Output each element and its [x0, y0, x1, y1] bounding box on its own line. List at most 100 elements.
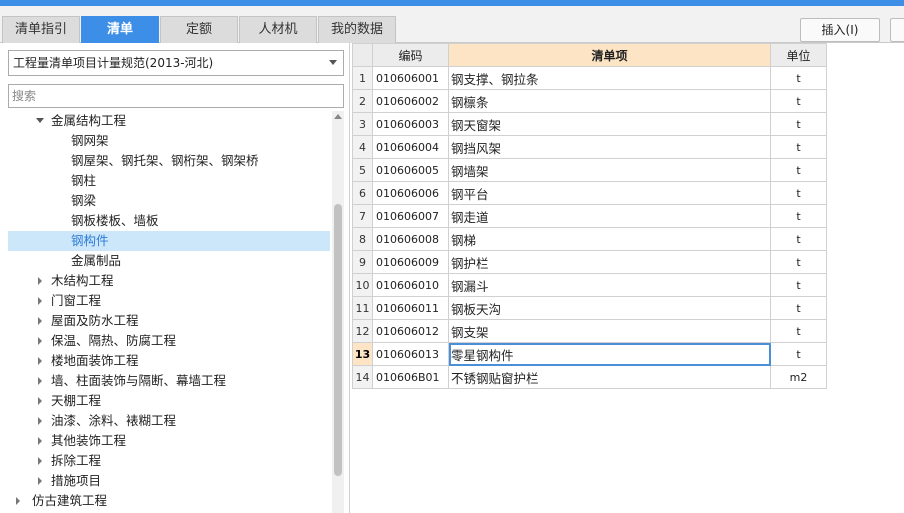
unit-cell[interactable]: t	[770, 158, 827, 182]
row-number-cell[interactable]: 14	[352, 365, 373, 389]
table-row[interactable]: 10 010606010 钢漏斗 t	[352, 273, 827, 297]
code-cell[interactable]: 010606001	[372, 66, 449, 90]
tab-labor-material-machine[interactable]: 人材机	[239, 16, 317, 43]
tab-my-data[interactable]: 我的数据	[318, 16, 396, 43]
table-row[interactable]: 6 010606006 钢平台 t	[352, 181, 827, 205]
row-number-cell[interactable]: 7	[352, 204, 373, 228]
item-name-cell[interactable]: 钢走道	[448, 204, 771, 228]
table-row[interactable]: 11 010606011 钢板天沟 t	[352, 296, 827, 320]
code-cell[interactable]: 010606010	[372, 273, 449, 297]
tree-node[interactable]: 金属制品	[8, 251, 330, 271]
row-number-cell[interactable]: 1	[352, 66, 373, 90]
item-name-cell[interactable]: 钢板天沟	[448, 296, 771, 320]
item-name-cell[interactable]: 不锈钢贴窗护栏	[448, 365, 771, 389]
collapsed-triangle-icon[interactable]	[36, 431, 46, 451]
unit-cell[interactable]: t	[770, 89, 827, 113]
unit-cell[interactable]: t	[770, 250, 827, 274]
code-cell[interactable]: 010606002	[372, 89, 449, 113]
tree-node[interactable]: 天棚工程	[8, 391, 330, 411]
code-cell[interactable]: 010606007	[372, 204, 449, 228]
tree-node[interactable]: 油漆、涂料、裱糊工程	[8, 411, 330, 431]
tree-node[interactable]: 钢构件	[8, 231, 330, 251]
code-cell[interactable]: 010606013	[372, 342, 449, 366]
tree-node[interactable]: 保温、隔热、防腐工程	[8, 331, 330, 351]
unit-cell[interactable]: t	[770, 227, 827, 251]
collapsed-triangle-icon[interactable]	[36, 471, 46, 491]
tree-node[interactable]: 门窗工程	[8, 291, 330, 311]
row-number-cell[interactable]: 3	[352, 112, 373, 136]
table-row[interactable]: 9 010606009 钢护栏 t	[352, 250, 827, 274]
item-name-cell[interactable]: 钢平台	[448, 181, 771, 205]
collapsed-triangle-icon[interactable]	[36, 371, 46, 391]
item-name-cell[interactable]: 钢漏斗	[448, 273, 771, 297]
tree-node[interactable]: 仿古建筑工程	[8, 491, 330, 511]
row-number-cell[interactable]: 6	[352, 181, 373, 205]
table-row[interactable]: 7 010606007 钢走道 t	[352, 204, 827, 228]
table-row[interactable]: 2 010606002 钢檩条 t	[352, 89, 827, 113]
tree-node[interactable]: 楼地面装饰工程	[8, 351, 330, 371]
scroll-up-arrow-icon[interactable]	[334, 114, 342, 119]
code-cell[interactable]: 010606B01	[372, 365, 449, 389]
unit-cell[interactable]: m2	[770, 365, 827, 389]
collapsed-triangle-icon[interactable]	[36, 411, 46, 431]
table-row[interactable]: 13 010606013 零星钢构件 t	[352, 342, 827, 366]
code-cell[interactable]: 010606003	[372, 112, 449, 136]
item-name-cell[interactable]: 钢檩条	[448, 89, 771, 113]
item-column-header[interactable]: 清单项	[448, 43, 771, 67]
tab-list-guide[interactable]: 清单指引	[2, 16, 80, 43]
collapsed-triangle-icon[interactable]	[36, 291, 46, 311]
unit-cell[interactable]: t	[770, 181, 827, 205]
unit-cell[interactable]: t	[770, 66, 827, 90]
table-row[interactable]: 3 010606003 钢天窗架 t	[352, 112, 827, 136]
tree-node[interactable]: 钢梁	[8, 191, 330, 211]
tree-node[interactable]: 钢柱	[8, 171, 330, 191]
unit-cell[interactable]: t	[770, 296, 827, 320]
item-name-cell[interactable]: 钢墙架	[448, 158, 771, 182]
search-input[interactable]	[8, 84, 344, 108]
tree-node[interactable]: 钢网架	[8, 131, 330, 151]
item-name-cell[interactable]: 钢支撑、钢拉条	[448, 66, 771, 90]
item-name-cell[interactable]: 钢支架	[448, 319, 771, 343]
tab-list[interactable]: 清单	[81, 16, 159, 43]
code-cell[interactable]: 010606011	[372, 296, 449, 320]
collapsed-triangle-icon[interactable]	[36, 331, 46, 351]
row-number-cell[interactable]: 9	[352, 250, 373, 274]
table-row[interactable]: 4 010606004 钢挡风架 t	[352, 135, 827, 159]
item-name-cell[interactable]: 零星钢构件	[448, 342, 771, 366]
item-name-cell[interactable]: 钢护栏	[448, 250, 771, 274]
unit-cell[interactable]: t	[770, 204, 827, 228]
tree-node[interactable]: 金属结构工程	[8, 111, 330, 131]
row-number-cell[interactable]: 12	[352, 319, 373, 343]
collapsed-triangle-icon[interactable]	[36, 391, 46, 411]
table-row[interactable]: 5 010606005 钢墙架 t	[352, 158, 827, 182]
code-cell[interactable]: 010606004	[372, 135, 449, 159]
tree-node[interactable]: 拆除工程	[8, 451, 330, 471]
code-cell[interactable]: 010606008	[372, 227, 449, 251]
row-number-cell[interactable]: 5	[352, 158, 373, 182]
code-column-header[interactable]: 编码	[372, 43, 449, 67]
tree-node[interactable]: 钢板楼板、墙板	[8, 211, 330, 231]
collapsed-triangle-icon[interactable]	[14, 491, 24, 511]
row-number-cell[interactable]: 2	[352, 89, 373, 113]
item-name-cell[interactable]: 钢天窗架	[448, 112, 771, 136]
item-name-cell[interactable]: 钢梯	[448, 227, 771, 251]
collapsed-triangle-icon[interactable]	[36, 271, 46, 291]
scrollbar-thumb[interactable]	[334, 204, 342, 476]
unit-cell[interactable]: t	[770, 342, 827, 366]
expanded-triangle-icon[interactable]	[36, 111, 46, 131]
table-row[interactable]: 12 010606012 钢支架 t	[352, 319, 827, 343]
collapsed-triangle-icon[interactable]	[36, 311, 46, 331]
replace-button[interactable]	[890, 18, 904, 42]
collapsed-triangle-icon[interactable]	[36, 451, 46, 471]
tree-scrollbar[interactable]	[332, 111, 344, 513]
tree-node[interactable]: 其他装饰工程	[8, 431, 330, 451]
code-cell[interactable]: 010606009	[372, 250, 449, 274]
collapsed-triangle-icon[interactable]	[36, 351, 46, 371]
tree-node[interactable]: 钢屋架、钢托架、钢桁架、钢架桥	[8, 151, 330, 171]
code-cell[interactable]: 010606005	[372, 158, 449, 182]
library-select[interactable]: 工程量清单项目计量规范(2013-河北)	[8, 50, 344, 76]
tree-node[interactable]: 墙、柱面装饰与隔断、幕墙工程	[8, 371, 330, 391]
unit-cell[interactable]: t	[770, 135, 827, 159]
table-row[interactable]: 1 010606001 钢支撑、钢拉条 t	[352, 66, 827, 90]
row-number-cell[interactable]: 4	[352, 135, 373, 159]
